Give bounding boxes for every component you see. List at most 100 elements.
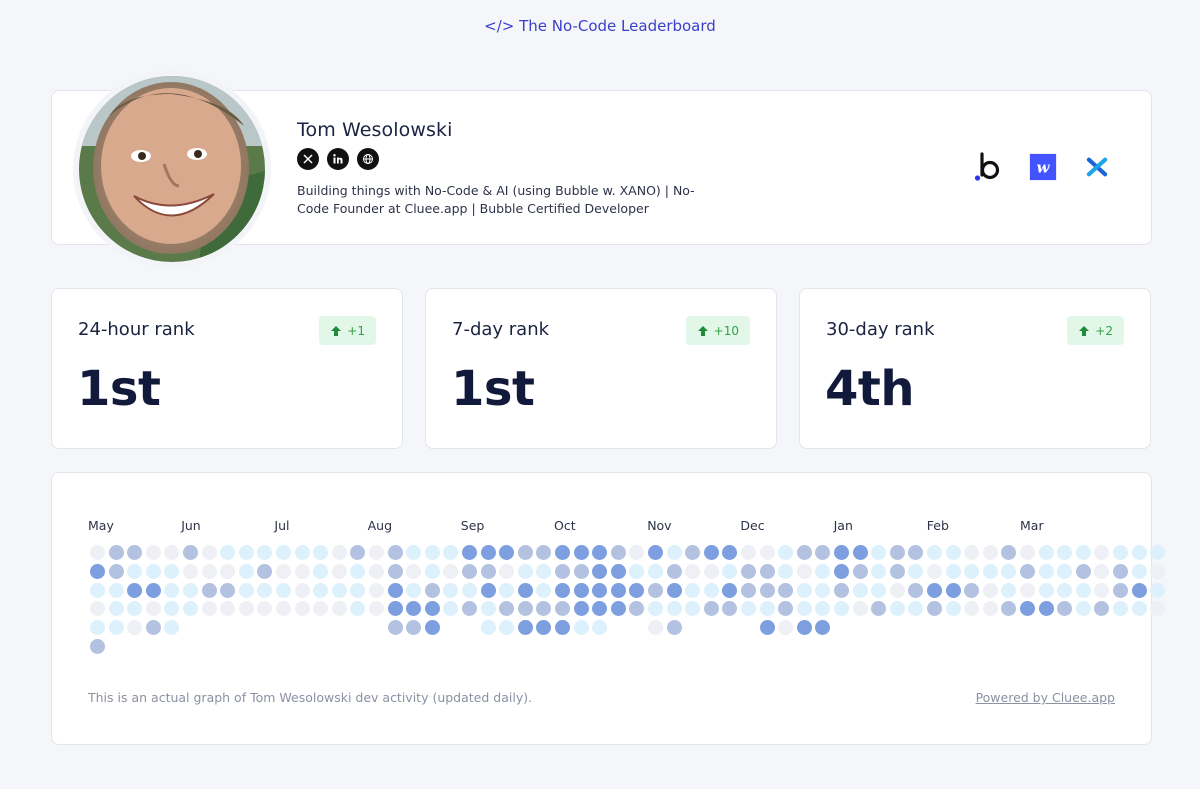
linkedin-icon[interactable] bbox=[327, 148, 349, 170]
activity-dot[interactable] bbox=[424, 582, 440, 598]
powered-by-link[interactable]: Powered by Cluee.app bbox=[976, 690, 1115, 705]
activity-dot[interactable] bbox=[945, 601, 961, 617]
activity-dot[interactable] bbox=[145, 563, 161, 579]
activity-dot[interactable] bbox=[964, 545, 980, 560]
activity-dot[interactable] bbox=[889, 545, 905, 560]
activity-dot[interactable] bbox=[1113, 582, 1128, 598]
activity-dot[interactable] bbox=[648, 620, 663, 636]
activity-dot[interactable] bbox=[369, 582, 384, 598]
activity-dot[interactable] bbox=[964, 601, 980, 617]
activity-dot[interactable] bbox=[982, 545, 998, 560]
activity-dot[interactable] bbox=[722, 545, 738, 560]
activity-dot[interactable] bbox=[1075, 545, 1091, 560]
activity-dot[interactable] bbox=[1038, 582, 1054, 598]
activity-dot[interactable] bbox=[294, 545, 310, 560]
activity-dot[interactable] bbox=[1075, 563, 1091, 579]
activity-dot[interactable] bbox=[201, 582, 217, 598]
xano-logo-icon[interactable] bbox=[1081, 151, 1113, 183]
activity-dot[interactable] bbox=[1057, 601, 1073, 617]
activity-dot[interactable] bbox=[536, 545, 552, 560]
activity-dot[interactable] bbox=[517, 563, 533, 579]
activity-dot[interactable] bbox=[350, 563, 366, 579]
activity-dot[interactable] bbox=[387, 545, 403, 560]
activity-dot[interactable] bbox=[592, 545, 608, 560]
activity-dot[interactable] bbox=[908, 563, 924, 579]
activity-dot[interactable] bbox=[1150, 545, 1166, 560]
activity-dot[interactable] bbox=[1057, 563, 1073, 579]
activity-dot[interactable] bbox=[90, 545, 105, 560]
activity-dot[interactable] bbox=[1094, 601, 1110, 617]
activity-dot[interactable] bbox=[127, 563, 143, 579]
activity-dot[interactable] bbox=[1075, 582, 1091, 598]
activity-dot[interactable] bbox=[685, 545, 701, 560]
activity-dot[interactable] bbox=[722, 563, 738, 579]
activity-dot[interactable] bbox=[610, 563, 626, 579]
activity-dot[interactable] bbox=[238, 601, 254, 617]
activity-dot[interactable] bbox=[480, 601, 496, 617]
activity-dot[interactable] bbox=[387, 563, 403, 579]
activity-dot[interactable] bbox=[257, 601, 273, 617]
activity-dot[interactable] bbox=[573, 563, 589, 579]
activity-dot[interactable] bbox=[462, 601, 477, 617]
activity-dot[interactable] bbox=[499, 563, 515, 579]
activity-dot[interactable] bbox=[871, 601, 887, 617]
activity-dot[interactable] bbox=[480, 563, 496, 579]
activity-dot[interactable] bbox=[703, 601, 719, 617]
activity-dot[interactable] bbox=[517, 620, 533, 636]
activity-dot[interactable] bbox=[666, 620, 682, 636]
activity-dot[interactable] bbox=[424, 601, 440, 617]
activity-dot[interactable] bbox=[629, 563, 645, 579]
activity-dot[interactable] bbox=[945, 563, 961, 579]
activity-dot[interactable] bbox=[648, 582, 663, 598]
activity-dot[interactable] bbox=[313, 582, 329, 598]
activity-dot[interactable] bbox=[331, 601, 347, 617]
activity-dot[interactable] bbox=[1131, 563, 1147, 579]
activity-dot[interactable] bbox=[945, 545, 961, 560]
activity-dot[interactable] bbox=[555, 601, 570, 617]
activity-dot[interactable] bbox=[108, 582, 124, 598]
activity-dot[interactable] bbox=[424, 620, 440, 636]
activity-dot[interactable] bbox=[592, 620, 608, 636]
activity-dot[interactable] bbox=[90, 563, 105, 579]
activity-dot[interactable] bbox=[610, 582, 626, 598]
globe-icon[interactable] bbox=[357, 148, 379, 170]
activity-dot[interactable] bbox=[127, 620, 143, 636]
activity-dot[interactable] bbox=[1038, 563, 1054, 579]
activity-dot[interactable] bbox=[406, 601, 422, 617]
activity-dot[interactable] bbox=[759, 563, 775, 579]
activity-dot[interactable] bbox=[573, 545, 589, 560]
activity-dot[interactable] bbox=[1075, 601, 1091, 617]
activity-dot[interactable] bbox=[610, 601, 626, 617]
activity-dot[interactable] bbox=[741, 601, 756, 617]
leaderboard-link[interactable]: </> The No-Code Leaderboard bbox=[0, 17, 1200, 35]
activity-dot[interactable] bbox=[610, 545, 626, 560]
activity-dot[interactable] bbox=[1094, 582, 1110, 598]
activity-dot[interactable] bbox=[927, 601, 942, 617]
activity-dot[interactable] bbox=[276, 582, 291, 598]
activity-dot[interactable] bbox=[1113, 545, 1128, 560]
activity-dot[interactable] bbox=[871, 545, 887, 560]
activity-dot[interactable] bbox=[1113, 601, 1128, 617]
activity-dot[interactable] bbox=[276, 545, 291, 560]
activity-dot[interactable] bbox=[1038, 601, 1054, 617]
activity-dot[interactable] bbox=[1057, 582, 1073, 598]
activity-dot[interactable] bbox=[220, 582, 236, 598]
activity-dot[interactable] bbox=[908, 545, 924, 560]
activity-dot[interactable] bbox=[703, 563, 719, 579]
activity-dot[interactable] bbox=[722, 601, 738, 617]
activity-dot[interactable] bbox=[517, 545, 533, 560]
activity-dot[interactable] bbox=[462, 545, 477, 560]
activity-dot[interactable] bbox=[1131, 545, 1147, 560]
activity-dot[interactable] bbox=[517, 582, 533, 598]
activity-dot[interactable] bbox=[778, 545, 794, 560]
activity-dot[interactable] bbox=[183, 601, 198, 617]
activity-dot[interactable] bbox=[350, 601, 366, 617]
bubble-logo-icon[interactable] bbox=[973, 151, 1005, 183]
activity-dot[interactable] bbox=[796, 563, 812, 579]
activity-dot[interactable] bbox=[685, 601, 701, 617]
activity-dot[interactable] bbox=[164, 563, 180, 579]
activity-dot[interactable] bbox=[1150, 563, 1166, 579]
activity-dot[interactable] bbox=[443, 563, 459, 579]
activity-dot[interactable] bbox=[220, 563, 236, 579]
activity-dot[interactable] bbox=[796, 620, 812, 636]
